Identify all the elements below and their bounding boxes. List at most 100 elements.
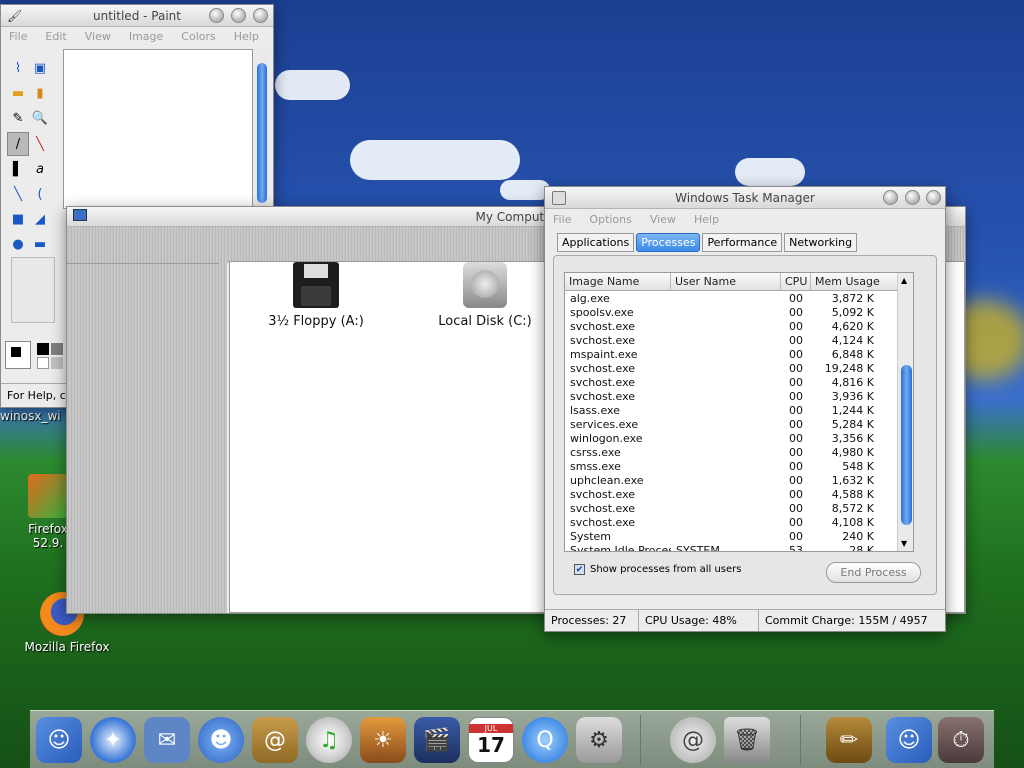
palette-swatch[interactable]	[37, 357, 49, 369]
fill-icon[interactable]: ▮	[29, 82, 51, 106]
mail-stamp-icon[interactable]: ✉	[144, 717, 190, 763]
paint-titlebar[interactable]: 🖌 untitled - Paint	[1, 5, 273, 27]
palette-swatch[interactable]	[37, 343, 49, 355]
show-all-users-checkbox[interactable]: ✔ Show processes from all users	[574, 564, 741, 575]
mail-icon[interactable]: @	[670, 717, 716, 763]
close-button[interactable]	[253, 8, 268, 23]
table-row[interactable]: winlogon.exe 00 3,356 K	[565, 432, 913, 446]
column-mem-usage[interactable]: Mem Usage	[811, 273, 899, 290]
table-row[interactable]: System 00 240 K	[565, 530, 913, 544]
column-user-name[interactable]: User Name	[671, 273, 781, 290]
table-row[interactable]: alg.exe 00 3,872 K	[565, 292, 913, 306]
safari-icon[interactable]: ✦	[90, 717, 136, 763]
desktop-icon-winosx[interactable]: winosx_wi	[0, 409, 72, 423]
zoom-button[interactable]	[231, 8, 246, 23]
tab-networking[interactable]: Networking	[784, 233, 858, 252]
menu-edit[interactable]: Edit	[45, 30, 66, 43]
table-row[interactable]: spoolsv.exe 00 5,092 K	[565, 306, 913, 320]
menu-file[interactable]: File	[553, 213, 571, 226]
trash-icon[interactable]: 🗑	[724, 717, 770, 763]
menu-options[interactable]: Options	[589, 213, 631, 226]
brush-icon[interactable]: ╲	[29, 133, 51, 157]
line-icon[interactable]: ╲	[7, 183, 29, 207]
table-row[interactable]: svchost.exe 00 4,124 K	[565, 334, 913, 348]
scroll-thumb[interactable]	[901, 365, 912, 525]
current-colors[interactable]	[5, 341, 31, 369]
ellipse-icon[interactable]: ●	[7, 233, 29, 257]
stopwatch-icon[interactable]: ⏱	[938, 717, 984, 763]
cell-image-name: mspaint.exe	[570, 348, 638, 361]
tab-performance[interactable]: Performance	[702, 233, 783, 252]
column-cpu[interactable]: CPU	[781, 273, 811, 290]
table-row[interactable]: lsass.exe 00 1,244 K	[565, 404, 913, 418]
itunes-icon[interactable]: ♫	[306, 717, 352, 763]
close-button[interactable]	[926, 190, 941, 205]
finder-icon-2[interactable]: ☺	[886, 717, 932, 763]
menu-file[interactable]: File	[9, 30, 27, 43]
color-picker-icon[interactable]: ✎	[7, 107, 29, 131]
palette-swatch[interactable]	[51, 357, 63, 369]
drive-floppy[interactable]: 3½ Floppy (A:)	[266, 262, 366, 329]
iphoto-icon[interactable]: ☀	[360, 717, 406, 763]
end-process-button[interactable]: End Process	[826, 562, 921, 583]
table-row[interactable]: svchost.exe 00 8,572 K	[565, 502, 913, 516]
text-icon[interactable]: a	[29, 158, 51, 182]
menu-colors[interactable]: Colors	[181, 30, 215, 43]
table-row[interactable]: mspaint.exe 00 6,848 K	[565, 348, 913, 362]
address-book-icon[interactable]: @	[252, 717, 298, 763]
canvas-scrollbar[interactable]	[255, 49, 269, 209]
column-image-name[interactable]: Image Name	[565, 273, 671, 290]
table-row[interactable]: uphclean.exe 00 1,632 K	[565, 474, 913, 488]
checkbox-icon[interactable]: ✔	[574, 564, 585, 575]
cell-mem-usage: 1,244 K	[831, 404, 874, 417]
palette-swatch[interactable]	[51, 343, 63, 355]
tab-applications[interactable]: Applications	[557, 233, 635, 252]
ical-icon[interactable]: JUL 17	[468, 717, 514, 763]
menu-help[interactable]: Help	[694, 213, 719, 226]
table-row[interactable]: svchost.exe 00 19,248 K	[565, 362, 913, 376]
menu-image[interactable]: Image	[129, 30, 163, 43]
pencils-icon[interactable]: ✏	[826, 717, 872, 763]
finder-icon[interactable]: ☺	[36, 717, 82, 763]
table-row[interactable]: System Idle Process SYSTEM 53 28 K	[565, 544, 913, 551]
menu-help[interactable]: Help	[234, 30, 259, 43]
zoom-button[interactable]	[905, 190, 920, 205]
eraser-icon[interactable]: ▬	[7, 82, 29, 106]
system-preferences-icon[interactable]: ⚙	[576, 717, 622, 763]
menu-view[interactable]: View	[650, 213, 676, 226]
quicktime-icon[interactable]: Q	[522, 717, 568, 763]
free-select-icon[interactable]: ⌇	[7, 57, 29, 81]
table-row[interactable]: svchost.exe 00 4,620 K	[565, 320, 913, 334]
table-row[interactable]: svchost.exe 00 4,588 K	[565, 488, 913, 502]
scroll-up-arrow[interactable]: ▲	[901, 276, 907, 285]
scroll-down-arrow[interactable]: ▼	[901, 539, 907, 548]
scroll-thumb[interactable]	[257, 63, 267, 203]
menu-view[interactable]: View	[85, 30, 111, 43]
canvas[interactable]	[63, 49, 253, 209]
airbrush-icon[interactable]: ▌	[7, 158, 29, 182]
table-row[interactable]: csrss.exe 00 4,980 K	[565, 446, 913, 460]
ichat-icon[interactable]: ☻	[198, 717, 244, 763]
rounded-rect-icon[interactable]: ▬	[29, 233, 51, 257]
table-row[interactable]: svchost.exe 00 4,108 K	[565, 516, 913, 530]
cell-cpu: 00	[789, 460, 803, 473]
task-manager-titlebar[interactable]: Windows Task Manager	[545, 187, 945, 209]
curve-icon[interactable]: (	[29, 183, 51, 207]
drive-local-disk[interactable]: Local Disk (C:)	[435, 262, 535, 329]
minimize-button[interactable]	[209, 8, 224, 23]
rectangle-icon[interactable]: ■	[7, 208, 29, 232]
cell-user-name	[671, 530, 781, 544]
minimize-button[interactable]	[883, 190, 898, 205]
pencil-icon[interactable]: /	[7, 132, 29, 156]
rect-select-icon[interactable]: ▣	[29, 57, 51, 81]
table-row[interactable]: services.exe 00 5,284 K	[565, 418, 913, 432]
imovie-icon[interactable]: 🎬	[414, 717, 460, 763]
magnifier-icon[interactable]: 🔍	[29, 107, 51, 131]
polygon-icon[interactable]: ◢	[29, 208, 51, 232]
table-row[interactable]: smss.exe 00 548 K	[565, 460, 913, 474]
table-row[interactable]: svchost.exe 00 4,816 K	[565, 376, 913, 390]
table-scrollbar[interactable]: ▲ ▼	[897, 273, 913, 551]
tab-processes[interactable]: Processes	[636, 233, 701, 252]
table-row[interactable]: svchost.exe 00 3,936 K	[565, 390, 913, 404]
cell-cpu: 00	[789, 488, 803, 501]
